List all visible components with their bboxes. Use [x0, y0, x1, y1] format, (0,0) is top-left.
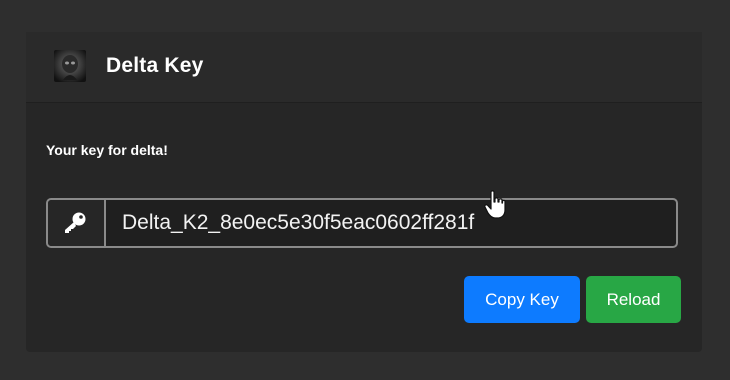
card-header: Delta Key: [26, 32, 702, 103]
key-icon: [48, 200, 106, 246]
dark-logo-avatar-icon: [54, 50, 86, 82]
page-title: Delta Key: [106, 54, 204, 77]
copy-key-button[interactable]: Copy Key: [464, 276, 580, 323]
page: Delta Key Your key for delta! Copy Key R…: [0, 0, 730, 380]
key-description: Your key for delta!: [46, 142, 168, 158]
key-value-field[interactable]: [108, 200, 676, 246]
reload-button[interactable]: Reload: [586, 276, 681, 323]
hand-cursor-icon: [484, 190, 506, 219]
key-input-group: [46, 198, 678, 248]
key-card: Delta Key Your key for delta! Copy Key R…: [26, 32, 702, 352]
